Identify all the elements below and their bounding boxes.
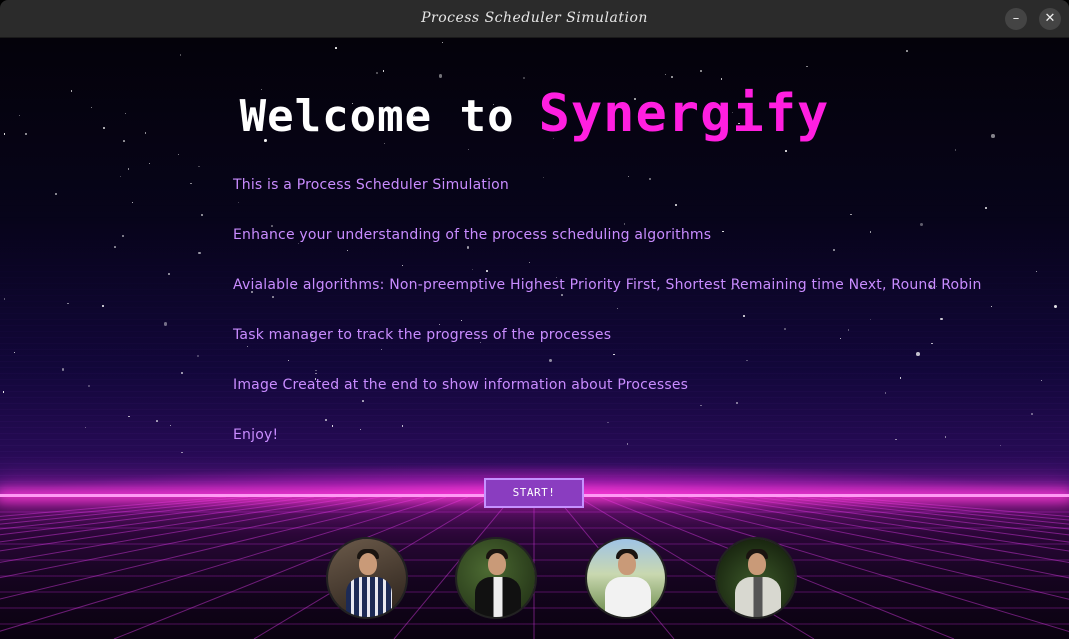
info-list: This is a Process Scheduler Simulation E… [233,176,982,476]
star [169,424,171,426]
grid-line [113,497,469,639]
star [700,70,702,72]
star [990,305,992,307]
star [128,415,130,417]
team-member-4-avatar [715,537,797,619]
info-line: Image Created at the end to show informa… [233,377,689,393]
grid-line [621,497,1069,633]
grid-line [775,497,1069,530]
window-title: Process Scheduler Simulation [421,10,648,26]
star [441,41,444,43]
star [196,354,199,357]
star [1031,413,1033,416]
star [168,273,170,276]
star [335,47,337,49]
grid-line [0,497,227,517]
brand-name: Synergify [538,84,830,144]
start-button[interactable]: START! [484,478,584,508]
star [61,368,65,371]
star [720,78,723,80]
welcome-prefix: Welcome to [239,91,515,142]
star [198,165,200,167]
star [382,70,385,72]
team-member-2-avatar [455,537,537,619]
info-line: Avialable algorithms: Non-preemptive Hig… [233,277,982,293]
info-line: This is a Process Scheduler Simulation [233,177,509,193]
star [906,50,909,52]
grid-line [841,497,1069,518]
star [13,351,15,353]
star [523,77,525,79]
star [671,76,673,78]
synthwave-background: Welcome to Synergify This is a Process Sc… [0,38,1069,639]
star [55,192,57,195]
star [785,150,787,152]
close-button[interactable]: ✕ [1039,8,1061,30]
minimize-button[interactable]: – [1005,8,1027,30]
info-line: Enhance your understanding of the proces… [233,227,712,243]
welcome-heading: Welcome to Synergify [0,84,1069,144]
team-member-1-avatar [326,537,408,619]
star [155,420,158,422]
team-member-3-avatar [585,537,667,619]
window-titlebar: Process Scheduler Simulation – ✕ [0,0,1069,38]
info-line: Enjoy! [233,427,279,443]
info-line: Task manager to track the progress of th… [233,327,612,343]
star [181,372,183,375]
